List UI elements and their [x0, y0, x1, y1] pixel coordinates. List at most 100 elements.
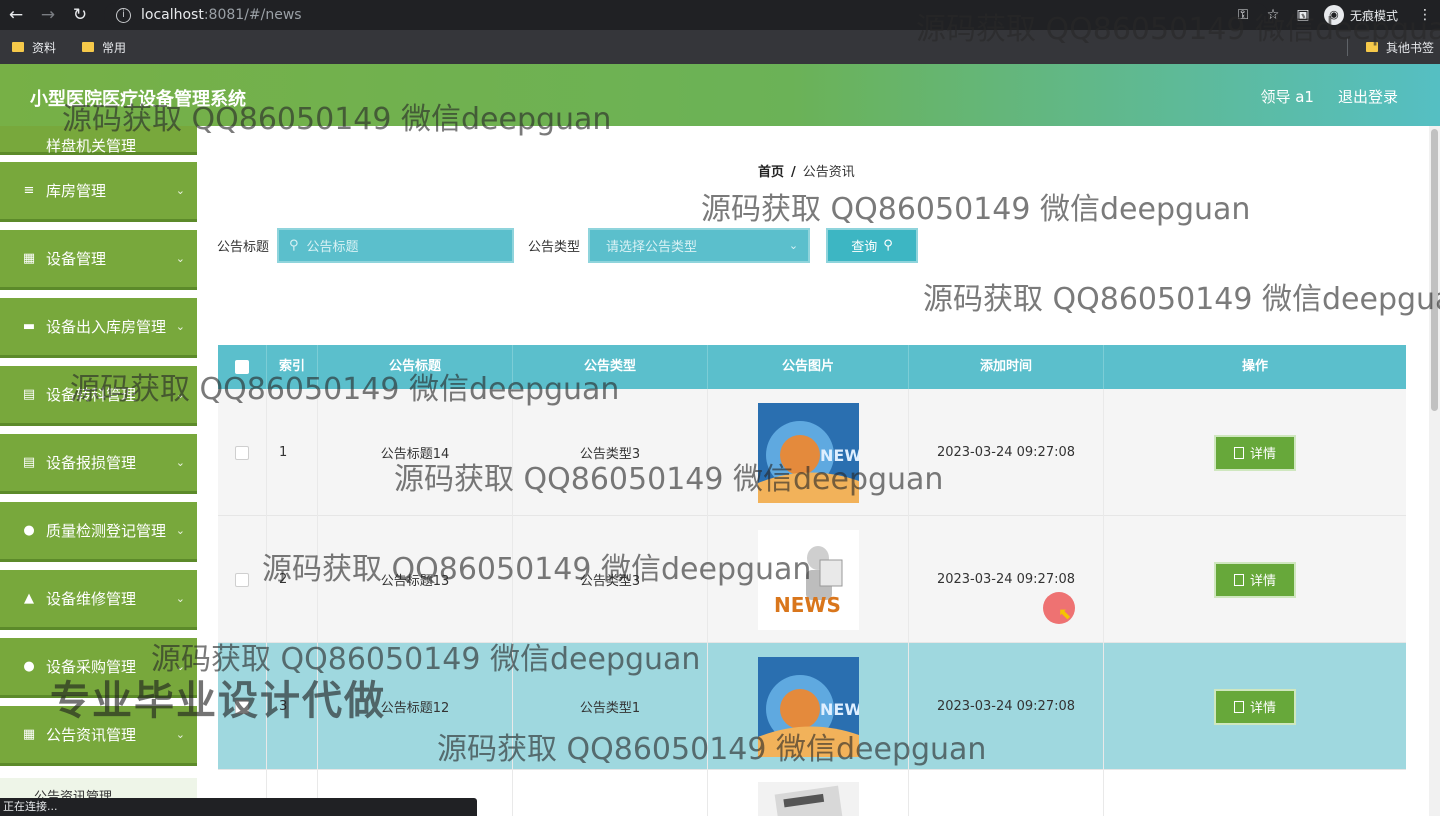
chevron-down-icon: ⌄	[175, 456, 185, 469]
grid-icon: ▦	[22, 727, 36, 742]
sidebar-item-inout[interactable]: ▬ 设备出入库房管理 ⌄	[0, 298, 197, 358]
document-icon	[1233, 700, 1244, 713]
sidebar-item-repair[interactable]: ▲ 设备维修管理 ⌄	[0, 570, 197, 630]
document-icon	[1233, 446, 1244, 459]
sidebar-item-label: 设备报损管理	[46, 454, 137, 472]
back-icon[interactable]: ←	[0, 0, 32, 30]
sidebar-item-label: 设备出入库房管理	[46, 318, 167, 336]
url-path: :8081/#/news	[203, 7, 302, 23]
detail-button-label: 详情	[1249, 701, 1276, 716]
chevron-down-icon: ⌄	[788, 238, 799, 252]
watermark-text: 源码获取 QQ86050149 微信deepguan	[437, 732, 987, 767]
box-icon: ▬	[22, 319, 36, 334]
sidebar-item-label: 库房管理	[46, 182, 107, 200]
row-action-cell: 详情	[1104, 516, 1406, 643]
logout-link[interactable]: 退出登录	[1338, 86, 1398, 107]
title-search-input[interactable]: ⚲ 公告标题	[277, 227, 515, 263]
detail-button-label: 详情	[1249, 447, 1276, 462]
bookmark-folder[interactable]: 常用	[82, 39, 126, 56]
header-image: 公告图片	[708, 345, 909, 389]
svg-text:NEWS: NEWS	[820, 700, 859, 719]
watermark-text: 源码获取 QQ86050149 微信deepguan	[62, 102, 612, 137]
reload-icon[interactable]: ↻	[64, 0, 96, 30]
detail-button-label: 详情	[1249, 574, 1276, 589]
watermark-text: 源码获取 QQ86050149 微信deepguan	[916, 12, 1440, 47]
row-checkbox[interactable]	[235, 445, 249, 460]
type-filter-label: 公告类型	[528, 239, 581, 255]
scrollbar-thumb[interactable]	[1431, 129, 1438, 411]
wrench-icon: ▲	[24, 591, 34, 606]
search-button[interactable]: 查询 ⚲	[826, 227, 919, 263]
row-action-cell: 详情	[1104, 643, 1406, 770]
browser-status-bar: 正在连接...	[0, 798, 477, 816]
search-icon: ⚲	[883, 237, 893, 253]
detail-button[interactable]: 详情	[1214, 688, 1296, 725]
page-scrollbar[interactable]	[1429, 126, 1440, 816]
sidebar-item-label: 样盘机关管理	[46, 137, 137, 155]
sidebar-item-label: 公告资讯管理	[46, 726, 137, 744]
header-action: 操作	[1241, 359, 1268, 374]
breadcrumb-home[interactable]: 首页	[758, 165, 784, 180]
sidebar-item-label: 质量检测登记管理	[46, 522, 167, 540]
sidebar-item-warehouse[interactable]: ≡ 库房管理 ⌄	[0, 162, 197, 222]
row-index: 1	[267, 389, 318, 516]
header-time: 添加时间	[909, 345, 1104, 389]
current-user: 领导 a1	[1260, 88, 1314, 106]
grid-icon: ▦	[22, 251, 36, 266]
forward-icon[interactable]: →	[32, 0, 64, 30]
row-type-cell	[513, 770, 708, 816]
chevron-down-icon: ⌄	[175, 184, 185, 197]
row-time: 2023-03-24 09:27:08	[909, 516, 1104, 643]
title-filter-label: 公告标题	[217, 239, 270, 255]
chevron-down-icon: ⌄	[175, 320, 185, 333]
bookmark-folder[interactable]: 资料	[12, 39, 56, 56]
sidebar-item-loss[interactable]: ▤ 设备报损管理 ⌄	[0, 434, 197, 494]
news-image[interactable]	[757, 782, 859, 816]
watermark-text: 源码获取 QQ86050149 微信deepguan	[701, 192, 1251, 227]
watermark-text: 源码获取 QQ86050149 微信deepguan	[923, 282, 1440, 317]
watermark-text: 源码获取 QQ86050149 微信deepguan	[394, 462, 944, 497]
row-checkbox[interactable]	[235, 572, 249, 587]
user-icon: ●	[23, 523, 35, 538]
chevron-down-icon: ⌄	[175, 728, 185, 741]
watermark-text: 源码获取 QQ86050149 微信deepguan	[262, 552, 812, 587]
sidebar-item-quality[interactable]: ● 质量检测登记管理 ⌄	[0, 502, 197, 562]
list-icon: ≡	[23, 183, 35, 198]
breadcrumb-separator: /	[791, 165, 796, 180]
svg-text:NEWS: NEWS	[774, 593, 841, 617]
detail-button[interactable]: 详情	[1214, 561, 1296, 598]
search-form: 公告标题 ⚲ 公告标题 公告类型 请选择公告类型 ⌄ 查询 ⚲	[217, 227, 919, 263]
bookmark-label: 资料	[32, 40, 57, 55]
folder-icon	[12, 42, 24, 52]
type-select[interactable]: 请选择公告类型 ⌄	[588, 227, 811, 263]
bookmark-label: 常用	[102, 40, 127, 55]
site-info-icon[interactable]: i	[116, 7, 131, 23]
search-button-label: 查询	[851, 239, 878, 255]
watermark-ad: 专业毕业设计代做	[50, 678, 386, 724]
cursor-icon: ⬉	[1058, 604, 1072, 623]
sidebar-item-equipment[interactable]: ▦ 设备管理 ⌄	[0, 230, 197, 290]
clipboard-icon: ▤	[22, 387, 36, 402]
chevron-down-icon: ⌄	[175, 252, 185, 265]
search-icon: ⚲	[289, 237, 299, 253]
row-checkbox-cell	[218, 516, 267, 643]
bulb-icon: ●	[23, 659, 35, 674]
row-time-cell	[909, 770, 1104, 816]
title-search-placeholder: 公告标题	[306, 239, 359, 255]
url-host: localhost	[141, 7, 204, 23]
row-checkbox-cell	[218, 389, 267, 516]
detail-button[interactable]: 详情	[1214, 434, 1296, 471]
row-image-cell	[708, 770, 909, 816]
row-action-cell: 详情	[1104, 389, 1406, 516]
breadcrumb-current: 公告资讯	[802, 165, 855, 180]
type-select-placeholder: 请选择公告类型	[606, 239, 698, 255]
watermark-text: 源码获取 QQ86050149 微信deepguan	[70, 372, 620, 407]
clipboard-icon: ▤	[22, 455, 36, 470]
chevron-down-icon: ⌄	[175, 524, 185, 537]
chevron-down-icon: ⌄	[175, 592, 185, 605]
row-action-cell	[1104, 770, 1406, 816]
document-icon	[1233, 573, 1244, 586]
sidebar-item-label: 设备管理	[46, 250, 107, 268]
folder-icon	[82, 42, 95, 52]
breadcrumb: 首页 / 公告资讯	[758, 161, 855, 180]
